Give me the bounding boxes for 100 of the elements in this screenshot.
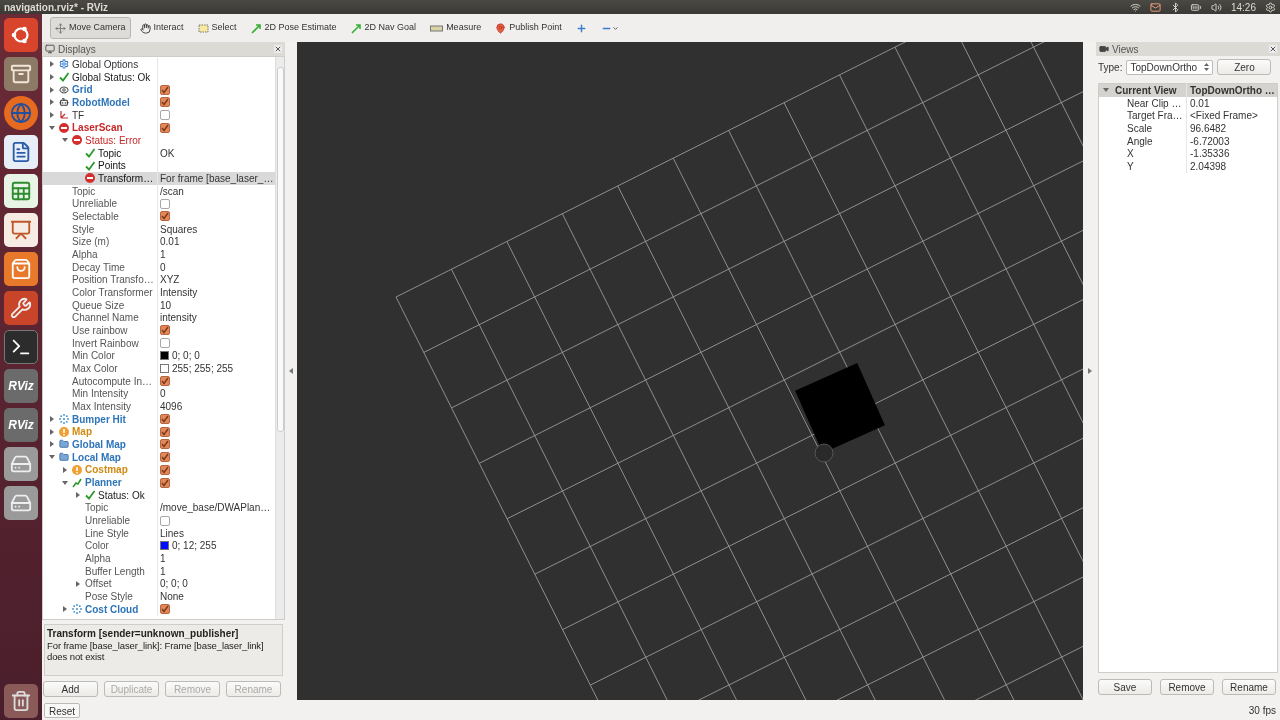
disk-drive-icon[interactable]	[4, 447, 38, 481]
tree-row[interactable]: Min Color 0; 0; 0	[43, 349, 275, 363]
tree-row[interactable]: Min Intensity 0	[43, 387, 275, 401]
checkbox[interactable]	[160, 338, 170, 349]
tree-row[interactable]: Topic /move_base/DWAPlan…	[43, 501, 275, 515]
tree-row[interactable]: Max Color 255; 255; 255	[43, 362, 275, 375]
tree-row[interactable]: Style Squares	[43, 222, 275, 236]
tree-row[interactable]: Alpha 1	[43, 552, 275, 565]
checkbox[interactable]	[160, 325, 170, 336]
tree-row[interactable]: Line Style Lines	[43, 526, 275, 540]
spreadsheet-icon[interactable]	[4, 174, 38, 208]
expand-arrow-icon[interactable]	[62, 479, 68, 486]
settings-icon[interactable]	[1265, 1, 1276, 13]
panel-button[interactable]: Add	[43, 681, 98, 697]
tree-row[interactable]: Position Transfo… XYZ	[43, 273, 275, 287]
checkbox[interactable]	[160, 439, 170, 450]
expand-arrow-icon[interactable]	[49, 86, 55, 93]
tree-row[interactable]: Offset 0; 0; 0	[43, 577, 275, 591]
terminal-icon[interactable]	[4, 330, 38, 364]
tree-row[interactable]: Queue Size 10	[43, 298, 275, 312]
checkbox[interactable]	[160, 464, 170, 475]
checkbox[interactable]	[160, 477, 170, 488]
expand-arrow-icon[interactable]	[75, 492, 81, 499]
expand-arrow-icon[interactable]	[49, 416, 55, 423]
tree-row[interactable]: Global Status: Ok	[43, 70, 275, 84]
tree-row[interactable]: Color 0; 12; 255	[43, 539, 275, 553]
volume-icon[interactable]	[1210, 1, 1222, 13]
tool-button[interactable]: 2D Nav Goal	[345, 17, 422, 39]
rviz-launcher-icon[interactable]: RViz	[4, 369, 38, 403]
tree-row[interactable]: Bumper Hit	[43, 412, 275, 426]
panel-button[interactable]: Remove	[1160, 679, 1214, 695]
tree-row[interactable]: Color Transformer Intensity	[43, 286, 275, 299]
scrollbar[interactable]	[275, 57, 284, 619]
tree-row[interactable]: Selectable	[43, 210, 275, 223]
panel-button[interactable]: Save	[1098, 679, 1152, 695]
zero-button[interactable]: Zero	[1217, 59, 1272, 75]
tree-row[interactable]: Status: Ok	[43, 488, 275, 502]
tree-row[interactable]: Use rainbow	[43, 324, 275, 337]
tree-row[interactable]: Status: Error	[43, 134, 275, 147]
expand-arrow-icon[interactable]	[49, 74, 55, 80]
expand-arrow-icon[interactable]	[49, 454, 55, 461]
checkbox[interactable]	[160, 97, 170, 108]
close-icon[interactable]	[274, 45, 282, 53]
expand-arrow-icon[interactable]	[1103, 87, 1109, 94]
tree-row[interactable]: Topic /scan	[43, 184, 275, 198]
checkbox[interactable]	[160, 452, 170, 463]
tree-row[interactable]: Invert Rainbow	[43, 336, 275, 350]
tool-button[interactable]: Publish Point	[490, 17, 567, 39]
tree-row[interactable]: Buffer Length 1	[43, 564, 275, 578]
clock-time[interactable]: 14:26	[1230, 0, 1256, 15]
tool-button[interactable]: Select	[192, 17, 242, 39]
checkbox[interactable]	[160, 376, 170, 387]
tree-row[interactable]: TF	[43, 108, 275, 122]
tree-row[interactable]: Cost Cloud	[43, 602, 275, 616]
expand-arrow-icon[interactable]	[49, 112, 55, 118]
tool-button[interactable]: Measure	[425, 17, 487, 39]
tree-row[interactable]: Current View TopDownOrtho …	[1099, 84, 1277, 97]
document-icon[interactable]	[4, 135, 38, 169]
panel-button[interactable]: Rename	[1222, 679, 1276, 695]
tree-row[interactable]: Local Map	[43, 450, 275, 464]
wifi-icon[interactable]	[1129, 1, 1141, 13]
checkbox[interactable]	[160, 211, 170, 222]
expand-arrow-icon[interactable]	[49, 124, 55, 131]
expand-arrow-icon[interactable]	[49, 61, 55, 68]
tool-button[interactable]: Interact	[134, 17, 189, 39]
trash-icon[interactable]	[4, 684, 38, 718]
type-dropdown[interactable]: TopDownOrtho	[1126, 59, 1214, 75]
tree-row[interactable]: Size (m) 0.01	[43, 235, 275, 249]
tree-row[interactable]: Global Options	[43, 58, 275, 71]
tree-row[interactable]: LaserScan	[43, 121, 275, 135]
tree-row[interactable]: Alpha 1	[43, 248, 275, 261]
expand-arrow-icon[interactable]	[49, 441, 55, 448]
expand-arrow-icon[interactable]	[62, 137, 68, 144]
presentation-icon[interactable]	[4, 213, 38, 247]
collapse-right-icon[interactable]	[1087, 368, 1092, 374]
tree-row[interactable]: Unreliable	[43, 514, 275, 527]
disk-drive-icon[interactable]	[4, 486, 38, 520]
ubuntu-logo-icon[interactable]	[4, 18, 38, 52]
checkbox[interactable]	[160, 198, 170, 209]
expand-arrow-icon[interactable]	[62, 606, 68, 613]
checkbox[interactable]	[160, 84, 170, 95]
tree-row[interactable]: Pose Style None	[43, 590, 275, 603]
browser-icon[interactable]	[4, 96, 38, 130]
tree-row[interactable]: RobotModel	[43, 96, 275, 109]
settings-icon[interactable]	[4, 291, 38, 325]
shopping-bag-icon[interactable]	[4, 252, 38, 286]
checkbox[interactable]	[160, 110, 170, 120]
checkbox[interactable]	[160, 515, 170, 526]
tree-row[interactable]: Planner	[43, 476, 275, 489]
tree-row[interactable]: Topic OK	[43, 146, 275, 160]
expand-arrow-icon[interactable]	[62, 466, 68, 473]
mail-icon[interactable]	[1149, 1, 1161, 13]
tree-row[interactable]: Global Map	[43, 438, 275, 451]
tool-button[interactable]: 2D Pose Estimate	[245, 17, 342, 39]
expand-arrow-icon[interactable]	[75, 580, 81, 587]
tree-row[interactable]: Autocompute In…	[43, 374, 275, 388]
tree-row[interactable]: Decay Time 0	[43, 260, 275, 274]
checkbox[interactable]	[160, 604, 170, 615]
tree-row[interactable]: Unreliable	[43, 197, 275, 211]
tool-button[interactable]: Move Camera	[50, 17, 131, 39]
